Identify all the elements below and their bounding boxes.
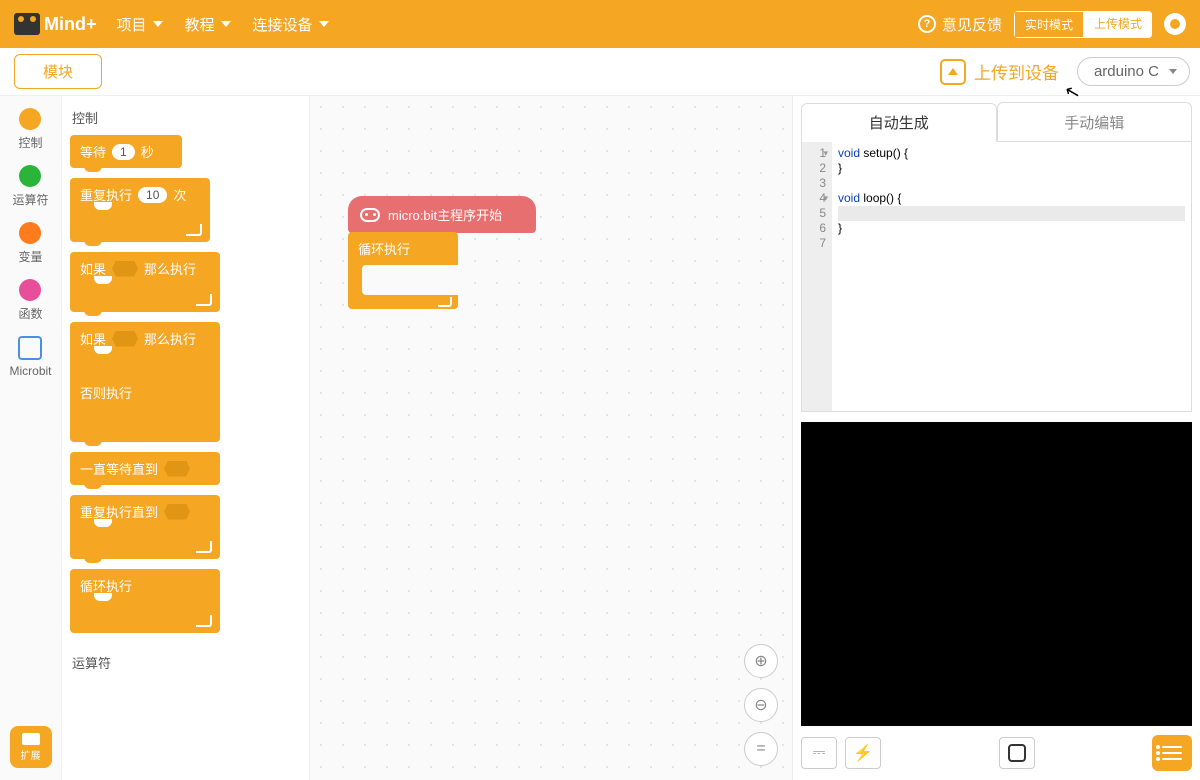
usb-disconnect-button[interactable]: ⚡ — [845, 737, 881, 769]
category-operators[interactable]: 运算符 — [12, 165, 48, 208]
canvas-controls: ⊕ ⊖ = — [744, 644, 778, 766]
mode-toggle: 实时模式 上传模式 — [1014, 11, 1152, 38]
condition-input[interactable] — [112, 261, 138, 277]
line-gutter: 1 2 3 4 5 6 7 — [802, 142, 832, 411]
extension-icon — [22, 733, 40, 745]
block-forever[interactable]: 循环执行 — [70, 569, 220, 633]
brand-name: Mind+ — [44, 14, 97, 35]
upload-icon — [940, 59, 966, 85]
code-panel: 自动生成 手动编辑 1 2 3 4 5 6 7 void setup() { }… — [792, 96, 1200, 780]
block-repeat-n[interactable]: 重复执行10次 — [70, 178, 210, 242]
wait-value-input[interactable]: 1 — [112, 144, 135, 160]
menu-list-button[interactable] — [1152, 735, 1192, 771]
workspace-canvas[interactable]: micro:bit主程序开始 循环执行 ⊕ ⊖ = — [310, 96, 792, 780]
module-tab[interactable]: 模块 — [14, 54, 102, 89]
menu-connect-device[interactable]: 连接设备 — [253, 14, 329, 35]
category-control[interactable]: 控制 — [18, 108, 42, 151]
language-select[interactable]: arduino C — [1077, 57, 1190, 86]
toolbar-row: 模块 上传到设备 arduino C — [0, 48, 1200, 96]
chevron-down-icon — [221, 21, 231, 27]
script-stack[interactable]: micro:bit主程序开始 循环执行 — [348, 196, 536, 309]
condition-input[interactable] — [112, 331, 138, 347]
usb-button[interactable]: ⎓ — [801, 737, 837, 769]
question-icon: ? — [918, 15, 936, 33]
block-wait-until[interactable]: 一直等待直到 — [70, 452, 220, 485]
logo-icon — [14, 13, 40, 35]
recenter-button[interactable]: = — [744, 732, 778, 766]
app-logo: Mind+ — [14, 13, 97, 35]
hat-block-microbit-start[interactable]: micro:bit主程序开始 — [348, 196, 536, 233]
block-if-else[interactable]: 如果那么执行 否则执行 — [70, 322, 220, 442]
condition-input[interactable] — [164, 504, 190, 520]
mode-realtime-button[interactable]: 实时模式 — [1014, 11, 1084, 38]
menu-project[interactable]: 项目 — [117, 14, 163, 35]
chevron-down-icon — [153, 21, 163, 27]
palette-section-control: 控制 — [70, 104, 309, 135]
mode-upload-button[interactable]: 上传模式 — [1084, 11, 1152, 38]
block-forever-instance[interactable]: 循环执行 — [348, 232, 458, 309]
code-editor[interactable]: 1 2 3 4 5 6 7 void setup() { } void loop… — [801, 142, 1192, 412]
block-if[interactable]: 如果那么执行 — [70, 252, 220, 312]
feedback-link[interactable]: ? 意见反馈 — [918, 14, 1002, 35]
repeat-value-input[interactable]: 10 — [138, 187, 167, 203]
block-palette[interactable]: 控制 等待1秒 重复执行10次 如果那么执行 如果那么执行 否则执行 一直等待直… — [62, 96, 310, 780]
category-variables[interactable]: 变量 — [18, 222, 42, 265]
block-wait[interactable]: 等待1秒 — [70, 135, 182, 168]
tab-auto-generate[interactable]: 自动生成 — [801, 103, 997, 142]
tab-manual-edit[interactable]: 手动编辑 — [997, 102, 1193, 141]
serial-console[interactable] — [801, 422, 1192, 726]
extensions-button[interactable]: 扩展 — [10, 726, 52, 768]
condition-input[interactable] — [164, 461, 190, 477]
chevron-down-icon — [319, 21, 329, 27]
main-area: 控制 运算符 变量 函数 Microbit 扩展 控制 等待1秒 重复执行10次… — [0, 96, 1200, 780]
microbit-icon — [360, 208, 380, 222]
upload-to-device-button[interactable]: 上传到设备 — [940, 59, 1059, 85]
category-column: 控制 运算符 变量 函数 Microbit 扩展 — [0, 96, 62, 780]
chip-icon — [18, 336, 42, 360]
category-functions[interactable]: 函数 — [18, 279, 42, 322]
menu-tutorial[interactable]: 教程 — [185, 14, 231, 35]
board-icon — [1008, 744, 1026, 762]
device-icon-button[interactable] — [999, 737, 1035, 769]
top-bar: Mind+ 项目 教程 连接设备 ? 意见反馈 实时模式 上传模式 — [0, 0, 1200, 48]
block-repeat-until[interactable]: 重复执行直到 — [70, 495, 220, 559]
bottom-dock: ⎓ ⚡ — [801, 732, 1192, 774]
zoom-in-button[interactable]: ⊕ — [744, 644, 778, 678]
code-content: void setup() { } void loop() { } — [832, 142, 1191, 411]
category-microbit[interactable]: Microbit — [9, 336, 51, 378]
palette-section-operators: 运算符 — [70, 649, 309, 680]
code-tabs: 自动生成 手动编辑 — [801, 102, 1192, 142]
gear-icon[interactable] — [1164, 13, 1186, 35]
zoom-out-button[interactable]: ⊖ — [744, 688, 778, 722]
